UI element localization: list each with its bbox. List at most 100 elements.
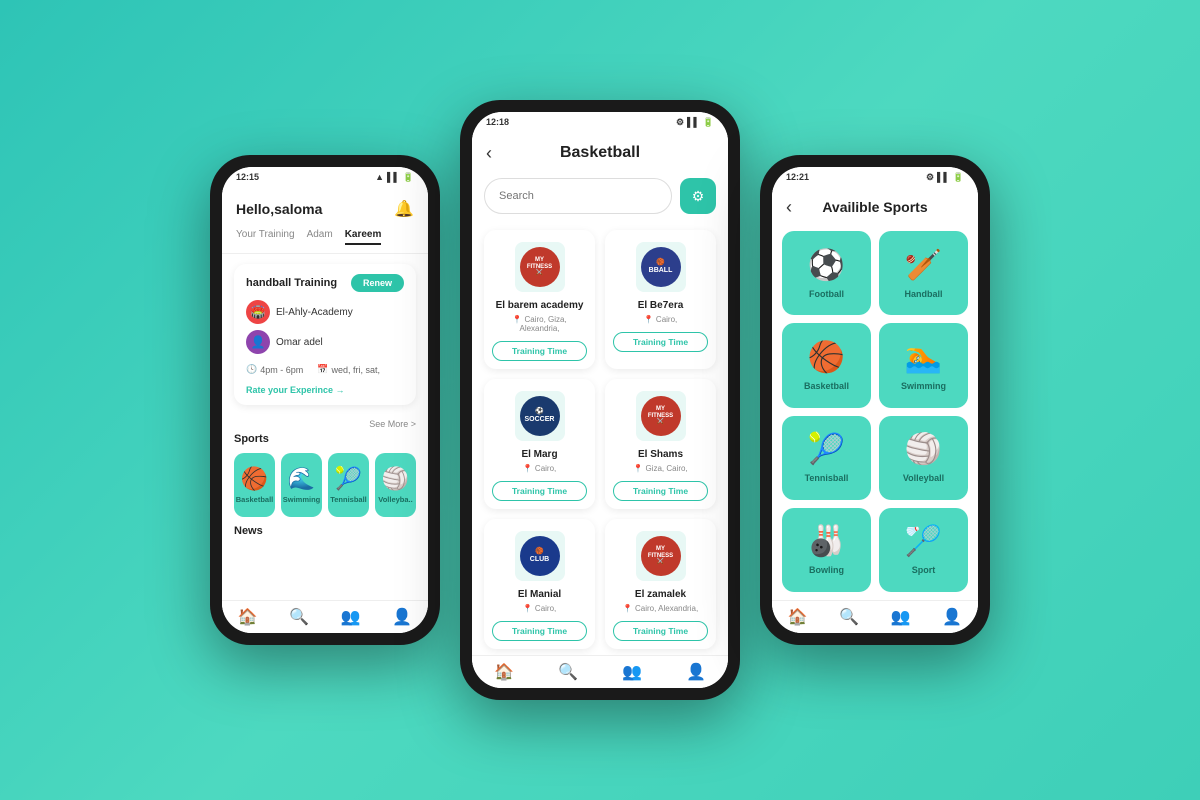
nav-search-1[interactable]: 🔍 (289, 607, 309, 627)
p2-header: ‹ Basketball (472, 132, 728, 170)
sport-card-handball[interactable]: 🏏 Handball (879, 231, 968, 315)
status-bar-3: 12:21 ⚙ ▌▌ 🔋 (772, 167, 978, 187)
club-avatar: 🏟️ (246, 300, 270, 324)
coach-name: Omar adel (276, 337, 323, 348)
nav-social-2[interactable]: 👥 (622, 662, 642, 682)
search-input[interactable] (484, 178, 672, 214)
status-bar-2: 12:18 ⚙ ▌▌ 🔋 (472, 112, 728, 132)
club-logo-0: MYFITNESS⚔️ (515, 242, 565, 292)
club-card-0: MYFITNESS⚔️ El barem academy 📍 Cairo, Gi… (484, 230, 595, 369)
see-more[interactable]: See More > (222, 415, 428, 433)
nav-profile-2[interactable]: 👤 (686, 662, 706, 682)
training-btn-3[interactable]: Training Time (613, 481, 708, 501)
nav-search-2[interactable]: 🔍 (558, 662, 578, 682)
swimming-label: Swimming (283, 495, 321, 504)
club-logo-5: MYFITNESS⚔️ (636, 531, 686, 581)
nav-home-1[interactable]: 🏠 (238, 607, 258, 627)
bowling-emoji: 🎳 (808, 524, 845, 559)
sports-grid: ⚽ Football 🏏 Handball 🏀 Basketball 🏊 Swi… (772, 223, 978, 600)
sport-card-volleyball[interactable]: 🏐 Volleyba.. (375, 453, 416, 517)
club-name-5: El zamalek (635, 589, 686, 600)
logo-badge-5: MYFITNESS⚔️ (641, 536, 681, 576)
club-location-2: 📍 Cairo, (523, 464, 557, 473)
nav-home-3[interactable]: 🏠 (788, 607, 808, 627)
sport-card-football[interactable]: ⚽ Football (782, 231, 871, 315)
club-location-4: 📍 Cairo, (523, 604, 557, 613)
rate-link[interactable]: Rate your Experince → (246, 385, 404, 395)
training-btn-0[interactable]: Training Time (492, 341, 587, 361)
tab-your-training[interactable]: Your Training (236, 229, 295, 245)
filter-button[interactable]: ⚙ (680, 178, 716, 214)
back-button-3[interactable]: ‹ (786, 197, 792, 218)
club-card-2: ⚽SOCCER El Marg 📍 Cairo, Training Time (484, 379, 595, 509)
card-title: handball Training (246, 277, 337, 289)
bottom-nav-1: 🏠 🔍 👥 👤 (222, 600, 428, 633)
training-btn-5[interactable]: Training Time (613, 621, 708, 641)
sports-row: 🏀 Basketball 🌊 Swimming 🎾 Tennisball 🏐 V… (234, 453, 416, 517)
basketball-emoji-3: 🏀 (808, 340, 845, 375)
sports-title: Sports (234, 433, 416, 445)
status-bar-1: 12:15 ▲ ▌▌ 🔋 (222, 167, 428, 187)
training-btn-2[interactable]: Training Time (492, 481, 587, 501)
sport-card-basketball[interactable]: 🏀 Basketball (234, 453, 275, 517)
club-name: El-Ahly-Academy (276, 307, 353, 318)
club-location-1: 📍 Cairo, (644, 315, 678, 324)
training-btn-4[interactable]: Training Time (492, 621, 587, 641)
bottom-nav-3: 🏠 🔍 👥 👤 (772, 600, 978, 633)
tennis-label: Tennisball (330, 495, 367, 504)
tennis-emoji: 🎾 (335, 466, 362, 492)
renew-button[interactable]: Renew (351, 274, 404, 292)
sport-card-swimming[interactable]: 🏊 Swimming (879, 323, 968, 407)
volleyball-emoji-3: 🏐 (905, 432, 942, 467)
volleyball-label: Volleyba.. (378, 495, 412, 504)
handball-emoji: 🏏 (905, 248, 942, 283)
status-time-2: 12:18 (486, 117, 509, 127)
club-location-5: 📍 Cairo, Alexandria, (623, 604, 698, 613)
phone-1: 12:15 ▲ ▌▌ 🔋 Hello,saloma 🔔 Your Trainin… (210, 155, 440, 645)
volleyball-emoji: 🏐 (382, 466, 409, 492)
sport-card-basketball[interactable]: 🏀 Basketball (782, 323, 871, 407)
nav-social-3[interactable]: 👥 (891, 607, 911, 627)
screen-3: ‹ Availible Sports ⚽ Football 🏏 Handball… (772, 187, 978, 633)
status-time-1: 12:15 (236, 172, 259, 182)
football-label: Football (809, 289, 844, 299)
club-logo-2: ⚽SOCCER (515, 391, 565, 441)
club-card-5: MYFITNESS⚔️ El zamalek 📍 Cairo, Alexandr… (605, 519, 716, 649)
battery-icon-1: 🔋 (403, 172, 414, 183)
nav-home-2[interactable]: 🏠 (494, 662, 514, 682)
nav-profile-3[interactable]: 👤 (942, 607, 962, 627)
back-button-2[interactable]: ‹ (486, 143, 492, 164)
gear-icon-2: ⚙ (676, 117, 684, 128)
filter-icon: ⚙ (692, 188, 705, 205)
sport-card-tennis[interactable]: 🎾 Tennisball (328, 453, 369, 517)
nav-social-1[interactable]: 👥 (341, 607, 361, 627)
basketball-emoji: 🏀 (241, 466, 268, 492)
club-name-2: El Marg (521, 449, 557, 460)
sport-card-swimming[interactable]: 🌊 Swimming (281, 453, 322, 517)
club-logo-1: 🏀BBALL (636, 242, 686, 292)
phone-3: 12:21 ⚙ ▌▌ 🔋 ‹ Availible Sports ⚽ Footba… (760, 155, 990, 645)
nav-search-3[interactable]: 🔍 (839, 607, 859, 627)
screen-2: ‹ Basketball ⚙ MYFITNESS⚔️ El barem acad… (472, 132, 728, 688)
football-emoji: ⚽ (808, 248, 845, 283)
signal-icon-2: ▌▌ (687, 117, 700, 127)
sport-card-tennis[interactable]: 🎾 Tennisball (782, 416, 871, 500)
coach-avatar: 👤 (246, 330, 270, 354)
sport-card-badminton[interactable]: 🏸 Sport (879, 508, 968, 592)
sport-card-bowling[interactable]: 🎳 Bowling (782, 508, 871, 592)
bell-icon[interactable]: 🔔 (394, 199, 414, 219)
greeting: Hello,saloma (236, 201, 322, 217)
battery-icon-3: 🔋 (953, 172, 964, 183)
news-title: News (222, 525, 428, 541)
swimming-emoji-3: 🏊 (905, 340, 942, 375)
nav-profile-1[interactable]: 👤 (392, 607, 412, 627)
bowling-label: Bowling (809, 565, 844, 575)
tab-adam[interactable]: Adam (307, 229, 333, 245)
sport-card-volleyball[interactable]: 🏐 Volleyball (879, 416, 968, 500)
training-btn-1[interactable]: Training Time (613, 332, 708, 352)
sports-section: Sports 🏀 Basketball 🌊 Swimming 🎾 Tennisb… (222, 433, 428, 525)
tennis-label-3: Tennisball (805, 473, 849, 483)
tab-kareem[interactable]: Kareem (345, 229, 382, 245)
p1-header: Hello,saloma 🔔 (222, 187, 428, 225)
logo-badge-4: 🏀CLUB (520, 536, 560, 576)
